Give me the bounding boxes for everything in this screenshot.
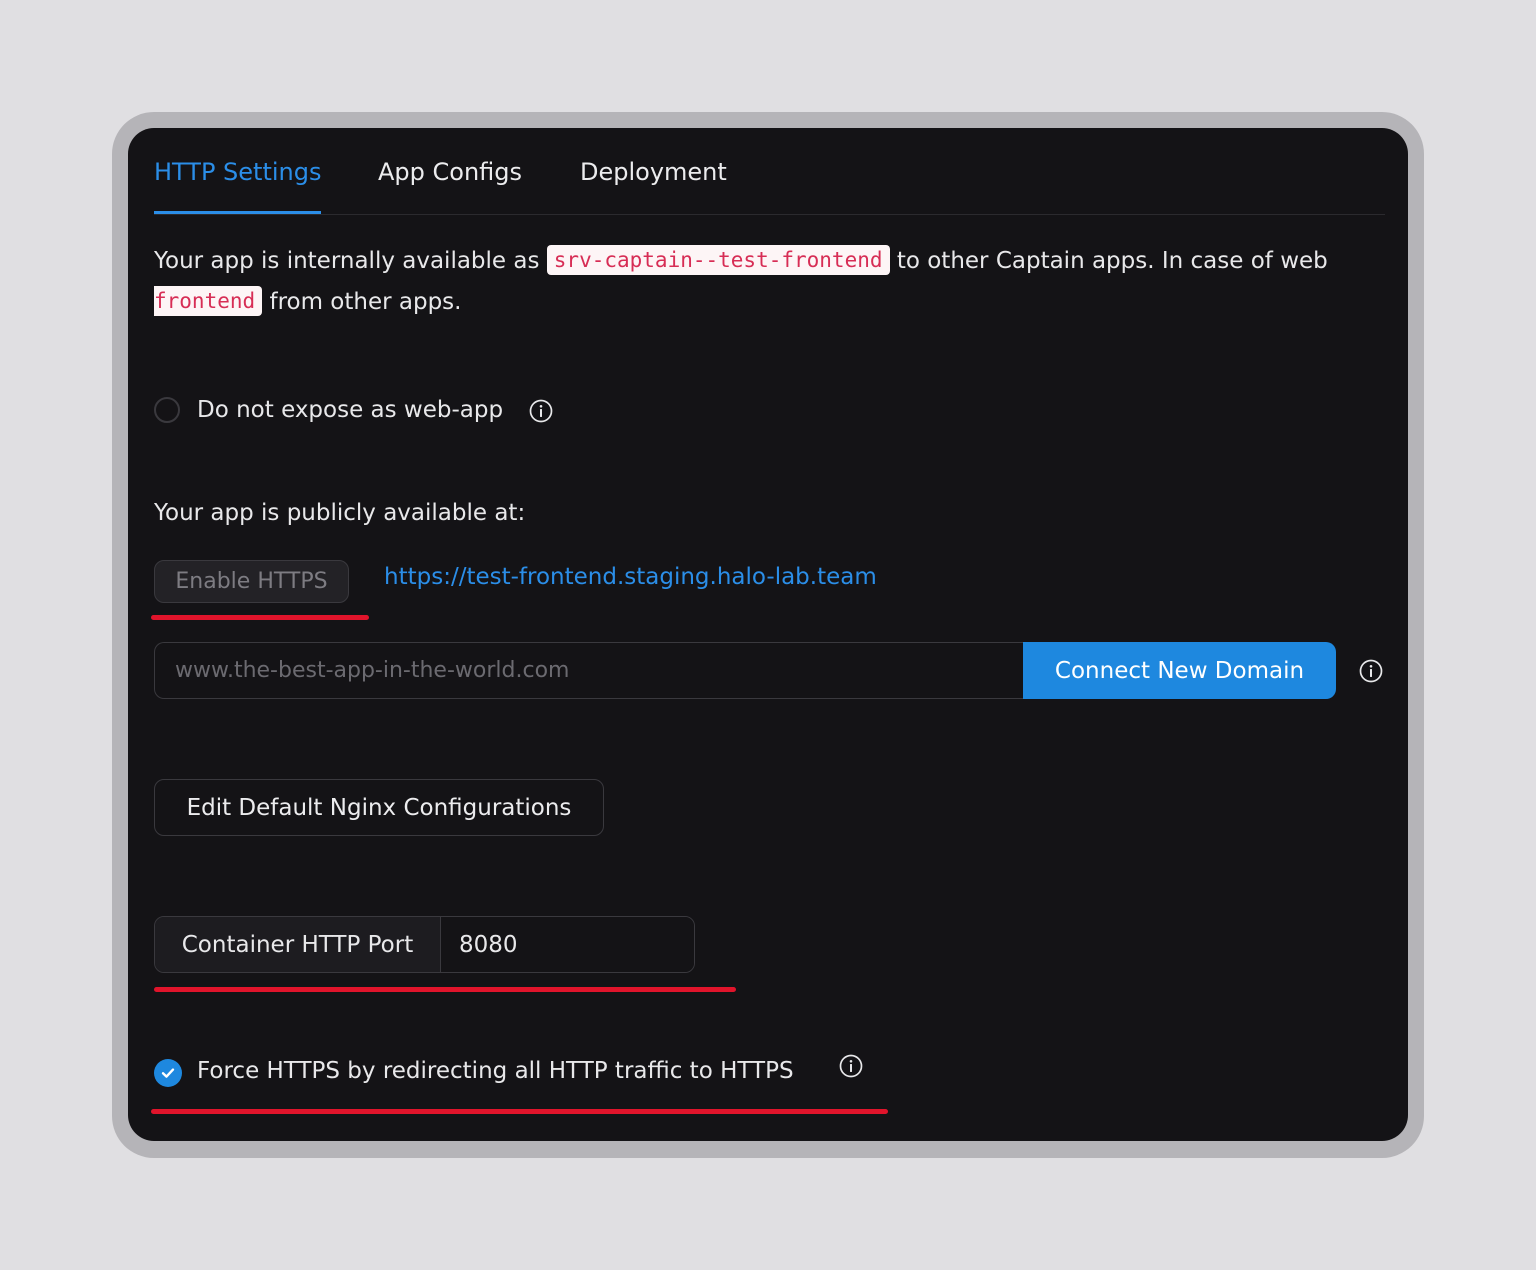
- tabs-divider: [154, 214, 1385, 215]
- public-url-link[interactable]: https://test-frontend.staging.halo-lab.t…: [384, 564, 877, 590]
- intro-text-line-1: Your app is internally available as srv-…: [154, 245, 1328, 275]
- connect-new-domain-button[interactable]: Connect New Domain: [1023, 642, 1336, 699]
- force-https-checkbox[interactable]: [154, 1059, 182, 1087]
- tab-deployment[interactable]: Deployment: [580, 158, 727, 186]
- container-port-label: Container HTTP Port: [155, 917, 441, 972]
- intro-text-line-2: frontend from other apps.: [154, 286, 461, 316]
- edit-nginx-config-button[interactable]: Edit Default Nginx Configurations: [154, 779, 604, 836]
- info-circle-icon[interactable]: [839, 1054, 863, 1078]
- tab-app-configs[interactable]: App Configs: [378, 158, 522, 186]
- tab-http-settings[interactable]: HTTP Settings: [154, 158, 321, 186]
- frontend-code: frontend: [154, 286, 263, 316]
- annotation-underline-force-https: [151, 1109, 888, 1114]
- force-https-label: Force HTTPS by redirecting all HTTP traf…: [197, 1058, 794, 1084]
- container-port-input[interactable]: [441, 917, 694, 972]
- annotation-underline-port: [154, 987, 736, 992]
- internal-name-code: srv-captain--test-frontend: [546, 245, 890, 275]
- do-not-expose-label: Do not expose as web-app: [197, 397, 504, 423]
- intro-text-end: from other apps.: [269, 289, 462, 315]
- annotation-underline-enable-https: [151, 615, 369, 620]
- public-availability-label: Your app is publicly available at:: [154, 500, 526, 526]
- settings-panel: HTTP Settings App Configs Deployment You…: [128, 128, 1408, 1141]
- intro-text-after: to other Captain apps. In case of web: [896, 248, 1328, 274]
- info-circle-icon[interactable]: [529, 399, 553, 423]
- intro-text-before: Your app is internally available as: [154, 248, 540, 274]
- do-not-expose-radio[interactable]: [154, 397, 180, 423]
- checkmark-icon: [161, 1068, 175, 1078]
- container-port-group: Container HTTP Port: [154, 916, 695, 973]
- info-circle-icon[interactable]: [1359, 659, 1383, 683]
- enable-https-button[interactable]: Enable HTTPS: [154, 560, 349, 603]
- domain-input[interactable]: [154, 642, 1024, 699]
